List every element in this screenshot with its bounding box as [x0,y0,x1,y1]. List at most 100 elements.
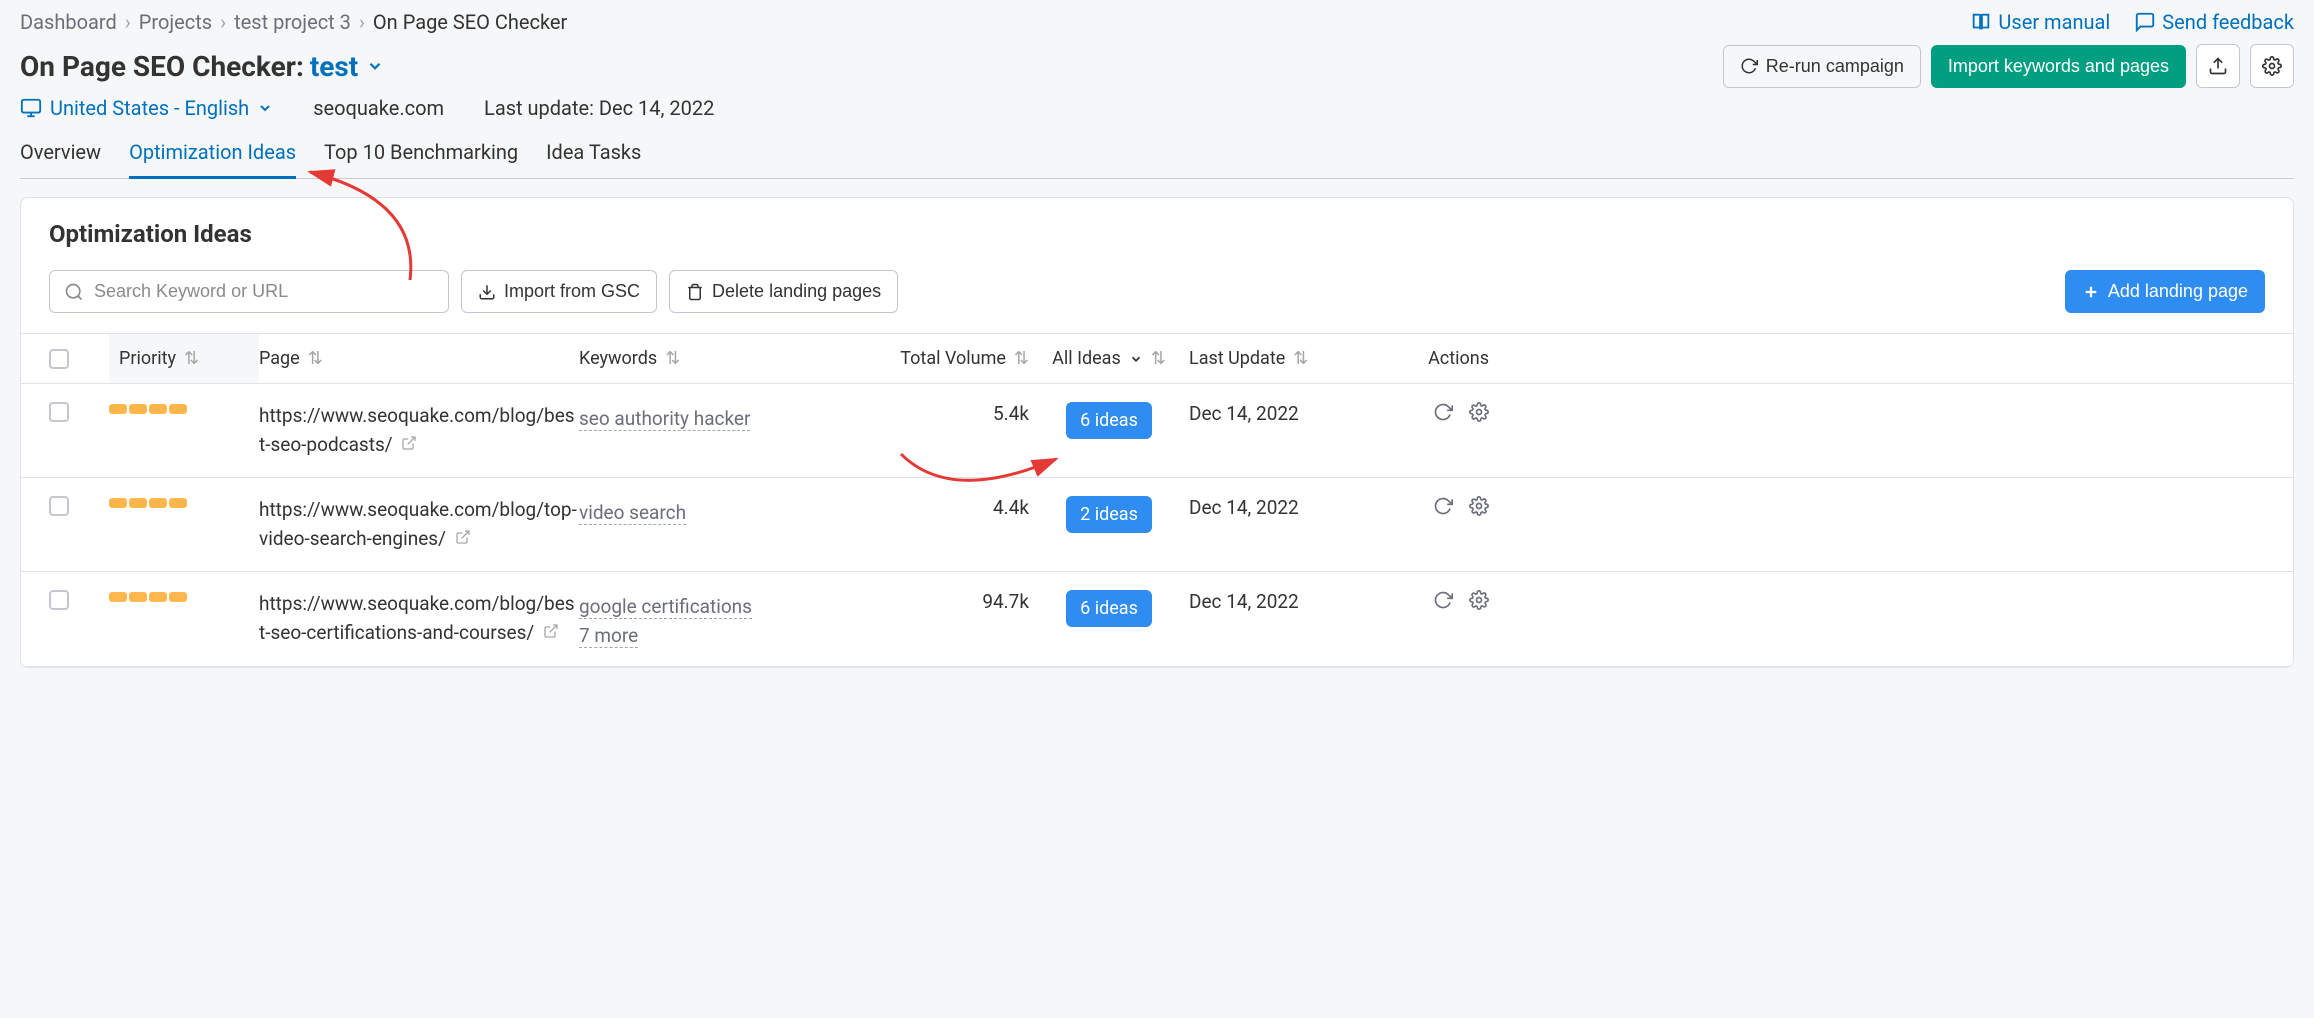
upload-icon [2208,56,2228,76]
rerun-campaign-button[interactable]: Re-run campaign [1723,45,1921,88]
plus-icon [2082,283,2100,301]
page-url[interactable]: https://www.seoquake.com/blog/top-video-… [259,496,579,553]
locale-selector[interactable]: United States - English [20,96,273,120]
download-icon [478,283,496,301]
locale-label: United States - English [50,96,249,120]
delete-landing-pages-button[interactable]: Delete landing pages [669,270,898,313]
import-keywords-button[interactable]: Import keywords and pages [1931,45,2186,88]
priority-indicator [109,498,259,508]
tab-top10-benchmarking[interactable]: Top 10 Benchmarking [324,132,518,178]
col-actions-label: Actions [1428,348,1489,369]
sort-icon: ⇅ [308,348,323,369]
ideas-badge[interactable]: 6 ideas [1066,402,1152,439]
refresh-row-icon[interactable] [1433,496,1453,516]
page-url[interactable]: https://www.seoquake.com/blog/best-seo-c… [259,590,579,647]
chevron-down-icon [1129,352,1143,366]
card-title: Optimization Ideas [21,198,2293,270]
col-volume[interactable]: Total Volume ⇅ [869,348,1029,369]
select-all-checkbox[interactable] [49,349,69,369]
row-checkbox[interactable] [49,402,69,422]
external-link-icon[interactable] [455,525,471,554]
search-input[interactable] [94,281,434,302]
col-priority-label: Priority [119,348,176,369]
chevron-right-icon: › [220,10,226,34]
row-checkbox[interactable] [49,496,69,516]
ideas-badge[interactable]: 2 ideas [1066,496,1152,533]
last-update-label: Last update: Dec 14, 2022 [484,96,714,120]
send-feedback-label: Send feedback [2162,10,2294,34]
row-settings-icon[interactable] [1469,496,1489,516]
table-row: https://www.seoquake.com/blog/best-seo-c… [21,572,2293,667]
col-last-update-label: Last Update [1189,348,1285,369]
export-button[interactable] [2196,44,2240,88]
external-link-icon[interactable] [543,619,559,648]
chevron-down-icon [257,100,273,116]
send-feedback-link[interactable]: Send feedback [2134,10,2294,34]
volume-value: 94.7k [869,590,1029,613]
breadcrumb-item-projects[interactable]: Projects [139,10,212,34]
import-gsc-label: Import from GSC [504,281,640,302]
project-selector[interactable]: test [310,50,384,83]
ideas-badge[interactable]: 6 ideas [1066,590,1152,627]
chevron-right-icon: › [359,10,365,34]
col-page-label: Page [259,348,300,369]
keyword-link[interactable]: google certifications [579,595,752,619]
domain-label: seoquake.com [313,96,444,120]
col-actions: Actions [1389,348,1489,369]
optimization-ideas-card: Optimization Ideas Import from GSC Delet… [20,197,2294,668]
priority-indicator [109,592,259,602]
row-last-update: Dec 14, 2022 [1189,402,1389,425]
refresh-row-icon[interactable] [1433,590,1453,610]
add-lp-label: Add landing page [2108,281,2248,302]
external-link-icon[interactable] [401,431,417,460]
project-name: test [310,50,358,83]
keyword-link[interactable]: video search [579,501,686,525]
table-header: Priority ⇅ Page ⇅ Keywords ⇅ Total Volum… [21,333,2293,384]
sort-icon: ⇅ [1293,348,1308,369]
col-last-update[interactable]: Last Update ⇅ [1189,348,1389,369]
refresh-icon [1740,57,1758,75]
breadcrumb-item-project3[interactable]: test project 3 [234,10,351,34]
row-settings-icon[interactable] [1469,402,1489,422]
table-row: https://www.seoquake.com/blog/best-seo-p… [21,384,2293,478]
col-priority[interactable]: Priority ⇅ [109,334,259,383]
col-keywords[interactable]: Keywords ⇅ [579,348,869,369]
row-last-update: Dec 14, 2022 [1189,496,1389,519]
sort-icon: ⇅ [1014,348,1029,369]
rerun-label: Re-run campaign [1766,56,1904,77]
volume-value: 5.4k [869,402,1029,425]
more-keywords-link[interactable]: 7 more [579,624,638,648]
search-box[interactable] [49,270,449,313]
gear-icon [2262,56,2282,76]
breadcrumb-item-current: On Page SEO Checker [373,10,567,34]
row-settings-icon[interactable] [1469,590,1489,610]
row-last-update: Dec 14, 2022 [1189,590,1389,613]
table-row: https://www.seoquake.com/blog/top-video-… [21,478,2293,572]
breadcrumb: Dashboard › Projects › test project 3 › … [20,10,567,34]
settings-button[interactable] [2250,44,2294,88]
volume-value: 4.4k [869,496,1029,519]
add-landing-page-button[interactable]: Add landing page [2065,270,2265,313]
sort-icon: ⇅ [665,348,680,369]
page-title: On Page SEO Checker: [20,50,304,83]
col-page[interactable]: Page ⇅ [259,348,579,369]
row-checkbox[interactable] [49,590,69,610]
breadcrumb-item-dashboard[interactable]: Dashboard [20,10,117,34]
chat-icon [2134,11,2156,33]
keyword-link[interactable]: seo authority hacker [579,407,750,431]
col-volume-label: Total Volume [900,348,1006,369]
page-url[interactable]: https://www.seoquake.com/blog/best-seo-p… [259,402,579,459]
import-gsc-button[interactable]: Import from GSC [461,270,657,313]
sort-icon: ⇅ [184,348,199,369]
delete-lp-label: Delete landing pages [712,281,881,302]
col-ideas[interactable]: All Ideas ⇅ [1029,348,1189,369]
tabs: Overview Optimization Ideas Top 10 Bench… [20,132,2294,179]
tab-overview[interactable]: Overview [20,132,101,178]
col-ideas-label: All Ideas [1052,348,1121,369]
refresh-row-icon[interactable] [1433,402,1453,422]
priority-indicator [109,404,259,414]
trash-icon [686,283,704,301]
tab-idea-tasks[interactable]: Idea Tasks [546,132,641,178]
user-manual-link[interactable]: User manual [1970,10,2110,34]
tab-optimization-ideas[interactable]: Optimization Ideas [129,132,296,179]
